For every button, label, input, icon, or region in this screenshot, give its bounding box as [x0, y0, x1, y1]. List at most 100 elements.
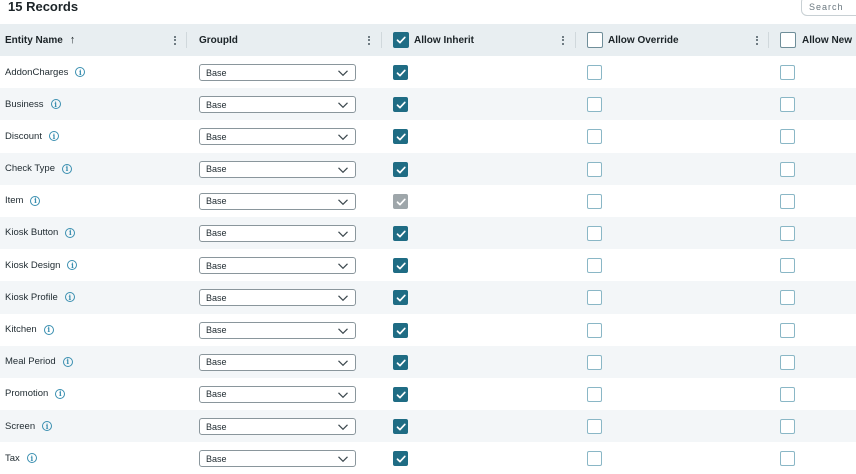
info-icon[interactable]: i: [43, 324, 54, 335]
allow-override-checkbox[interactable]: [587, 386, 602, 402]
allow-new-checkbox[interactable]: [780, 451, 795, 467]
group-id-dropdown[interactable]: Base: [199, 289, 356, 307]
kebab-menu-icon[interactable]: [559, 33, 567, 47]
checkmark-icon: [396, 198, 406, 206]
allow-new-checkbox[interactable]: [780, 419, 795, 435]
entity-name-cell: Check Type i: [5, 153, 72, 185]
group-id-value: Base: [206, 67, 227, 78]
column-divider: [768, 32, 769, 48]
group-id-value: Base: [206, 421, 227, 432]
allow-inherit-checkbox[interactable]: [393, 419, 408, 435]
allow-new-checkbox[interactable]: [780, 225, 795, 241]
allow-override-checkbox[interactable]: [587, 419, 602, 435]
column-header-group-id[interactable]: GroupId: [199, 24, 238, 56]
column-header-allow-override[interactable]: Allow Override: [608, 24, 679, 56]
search-input[interactable]: [802, 0, 856, 16]
info-icon[interactable]: i: [64, 292, 75, 303]
allow-inherit-select-all-checkbox[interactable]: [393, 32, 409, 48]
allow-new-checkbox[interactable]: [780, 65, 795, 80]
allow-inherit-checkbox[interactable]: [393, 65, 408, 80]
allow-inherit-checkbox[interactable]: [393, 225, 408, 241]
checkmark-icon: [396, 230, 406, 238]
entity-name-cell: Tax i: [5, 442, 37, 474]
allow-inherit-checkbox[interactable]: [393, 97, 408, 113]
kebab-menu-icon[interactable]: [171, 33, 179, 47]
info-icon[interactable]: i: [42, 421, 53, 432]
allow-override-select-all-checkbox[interactable]: [587, 32, 603, 48]
allow-override-checkbox[interactable]: [587, 193, 602, 209]
allow-new-checkbox[interactable]: [780, 161, 795, 177]
chevron-down-icon: [338, 70, 348, 77]
allow-override-checkbox[interactable]: [587, 451, 602, 467]
group-id-value: Base: [206, 389, 227, 400]
info-icon[interactable]: i: [62, 163, 72, 174]
allow-inherit-checkbox[interactable]: [393, 386, 408, 402]
info-icon[interactable]: i: [55, 388, 66, 399]
allow-override-checkbox[interactable]: [587, 354, 602, 370]
group-id-dropdown[interactable]: Base: [199, 192, 356, 210]
allow-inherit-checkbox[interactable]: [393, 322, 408, 338]
allow-override-checkbox[interactable]: [587, 97, 602, 113]
info-icon[interactable]: i: [67, 260, 78, 271]
group-id-dropdown[interactable]: Base: [199, 385, 356, 403]
entity-name: Screen: [5, 420, 36, 432]
group-id-value: Base: [206, 164, 227, 175]
group-id-dropdown[interactable]: Base: [199, 450, 356, 468]
group-id-dropdown[interactable]: Base: [199, 418, 356, 436]
allow-override-checkbox[interactable]: [587, 290, 602, 306]
group-id-dropdown[interactable]: Base: [199, 128, 356, 146]
column-header-allow-new[interactable]: Allow New: [802, 24, 852, 56]
chevron-down-icon: [338, 166, 348, 173]
group-id-value: Base: [206, 228, 227, 239]
entity-name-cell: Promotion i: [5, 378, 66, 410]
allow-override-checkbox[interactable]: [587, 129, 602, 145]
column-header-entity-name[interactable]: Entity Name ↑: [5, 24, 75, 56]
info-icon[interactable]: i: [30, 195, 41, 206]
kebab-menu-icon[interactable]: [753, 33, 761, 47]
group-id-dropdown[interactable]: Base: [199, 224, 356, 242]
allow-inherit-checkbox[interactable]: [393, 129, 408, 145]
group-id-dropdown[interactable]: Base: [199, 96, 356, 114]
allow-inherit-checkbox[interactable]: [393, 161, 408, 177]
info-icon[interactable]: i: [48, 131, 59, 142]
info-icon[interactable]: i: [62, 356, 73, 367]
group-id-dropdown[interactable]: Base: [199, 321, 356, 339]
allow-new-checkbox[interactable]: [780, 129, 795, 145]
column-header-allow-inherit[interactable]: Allow Inherit: [414, 24, 474, 56]
allow-inherit-checkbox[interactable]: [393, 290, 408, 306]
search-box[interactable]: [801, 0, 856, 16]
allow-new-checkbox[interactable]: [780, 258, 795, 274]
kebab-menu-icon[interactable]: [365, 33, 373, 47]
grid-header: Entity Name ↑ GroupId Allow Inherit Allo…: [0, 24, 856, 56]
info-icon[interactable]: i: [50, 99, 61, 110]
allow-override-checkbox[interactable]: [587, 65, 602, 80]
checkmark-icon: [396, 262, 406, 270]
group-id-dropdown[interactable]: Base: [199, 353, 356, 371]
allow-inherit-checkbox[interactable]: [393, 354, 408, 370]
group-id-dropdown[interactable]: Base: [199, 257, 356, 275]
allow-new-checkbox[interactable]: [780, 97, 795, 113]
allow-override-checkbox[interactable]: [587, 161, 602, 177]
column-header-label: Entity Name: [5, 34, 63, 46]
allow-override-checkbox[interactable]: [587, 322, 602, 338]
chevron-down-icon: [338, 424, 348, 431]
info-icon[interactable]: i: [65, 227, 76, 238]
allow-new-select-all-checkbox[interactable]: [780, 32, 796, 48]
allow-override-checkbox[interactable]: [587, 225, 602, 241]
table-row: Meal Period i Base: [0, 345, 856, 378]
info-icon[interactable]: i: [75, 67, 86, 77]
group-id-value: Base: [206, 292, 227, 303]
group-id-dropdown[interactable]: Base: [199, 160, 356, 178]
allow-new-checkbox[interactable]: [780, 354, 795, 370]
allow-inherit-checkbox[interactable]: [393, 193, 408, 209]
allow-new-checkbox[interactable]: [780, 322, 795, 338]
allow-inherit-checkbox[interactable]: [393, 258, 408, 274]
allow-new-checkbox[interactable]: [780, 290, 795, 306]
allow-new-checkbox[interactable]: [780, 193, 795, 209]
group-id-dropdown[interactable]: Base: [199, 64, 356, 81]
info-icon[interactable]: i: [26, 453, 37, 464]
allow-new-checkbox[interactable]: [780, 386, 795, 402]
arrow-up-icon[interactable]: ↑: [70, 34, 76, 46]
allow-inherit-checkbox[interactable]: [393, 451, 408, 467]
allow-override-checkbox[interactable]: [587, 258, 602, 274]
